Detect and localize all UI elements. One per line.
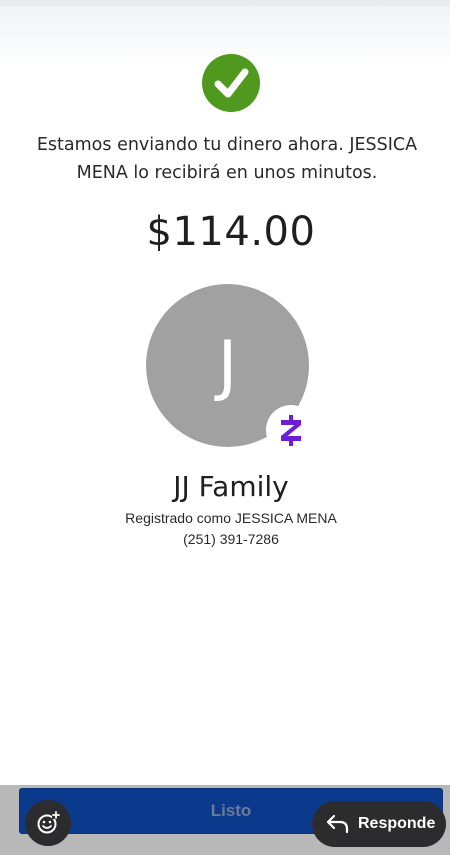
transfer-amount: $114.00 (146, 209, 316, 255)
checkmark-icon (201, 53, 261, 113)
reply-arrow-icon (326, 814, 349, 834)
zelle-badge (266, 405, 316, 455)
emoji-reaction-button[interactable] (25, 800, 71, 846)
reply-button[interactable]: Responde (312, 801, 446, 847)
recipient-name: JJ Family (173, 470, 289, 503)
reply-label: Responde (358, 815, 436, 832)
zelle-logo-icon (281, 415, 301, 446)
registered-as-text: Registrado como JESSICA MENA (125, 510, 337, 526)
confirmation-message: Estamos enviando tu dinero ahora. JESSIC… (36, 135, 418, 183)
recipient-phone: (251) 391-7286 (183, 531, 279, 547)
emoji-add-icon (37, 811, 60, 834)
